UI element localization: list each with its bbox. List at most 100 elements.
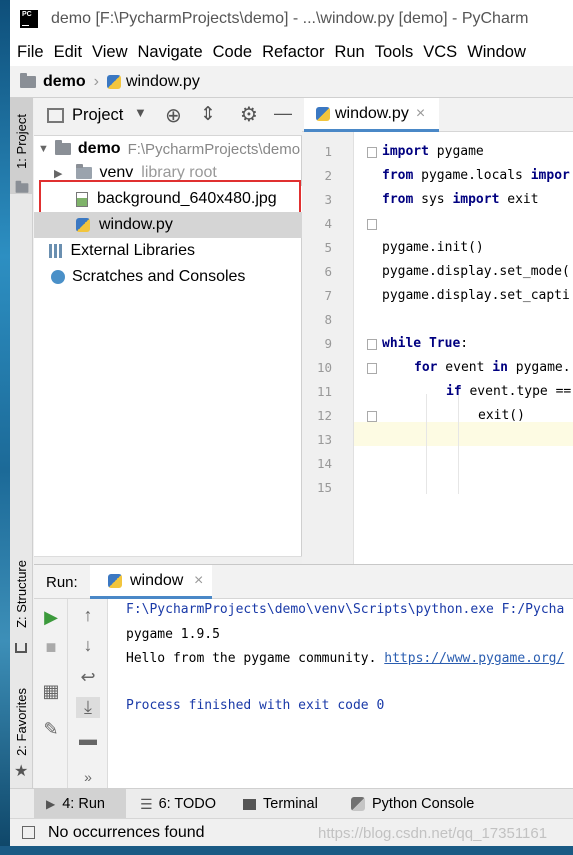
pygame-link[interactable]: https://www.pygame.org/ [384, 651, 564, 666]
star-icon: ★ [14, 763, 29, 780]
collapse-all-icon[interactable]: ⇕ [200, 103, 216, 126]
run-panel-header: Run: window × [34, 565, 573, 599]
project-view-selector[interactable]: Project [72, 106, 123, 125]
fold-marker-icon[interactable] [367, 147, 377, 158]
project-panel-header: Project ▼ ⊕ ⇕ ⚙ — [34, 98, 302, 136]
fold-marker-icon[interactable] [367, 363, 377, 374]
indent-guide [426, 394, 427, 494]
status-bar: No occurrences found https://blog.csdn.n… [10, 818, 573, 846]
scroll-up-icon[interactable]: ↑ [76, 605, 100, 626]
fold-marker-icon[interactable] [367, 411, 377, 422]
run-toolbar-primary: ▶ ■ ▦ ✎ [34, 599, 68, 789]
editor-panel: window.py × 1 2 3 4 5 6 7 8 9 10 11 12 1… [302, 98, 573, 564]
menu-tools[interactable]: Tools [375, 43, 414, 62]
code-line-3[interactable]: from sys import exit [382, 192, 539, 207]
close-tab-icon[interactable]: × [194, 572, 203, 590]
tree-external-libraries: External Libraries [70, 242, 195, 259]
fold-marker-icon[interactable] [367, 219, 377, 230]
bottom-tab-python-console[interactable]: Python Console [351, 789, 474, 819]
line-number: 2 [324, 168, 332, 183]
menu-run[interactable]: Run [334, 43, 364, 62]
bottom-tab-run[interactable]: ▶ 4: Run [34, 789, 126, 819]
line-number: 10 [316, 360, 332, 375]
menu-view[interactable]: View [92, 43, 127, 62]
tree-row-external-libraries[interactable]: ▶ External Libraries [34, 238, 302, 264]
code-line-2[interactable]: from pygame.locals impor [382, 168, 570, 183]
expanded-arrow-icon[interactable]: ▼ [38, 143, 49, 155]
collapsed-arrow-icon[interactable]: ▶ [54, 167, 62, 180]
fold-marker-icon[interactable] [367, 339, 377, 350]
breadcrumb-separator-icon: › [93, 72, 99, 90]
code-line-11[interactable]: if event.type == [446, 384, 571, 399]
bottom-tab-terminal[interactable]: Terminal [243, 789, 318, 819]
python-file-icon [316, 106, 330, 121]
python-file-icon [76, 218, 90, 232]
settings-gear-icon[interactable]: ⚙ [240, 102, 258, 127]
rerun-icon[interactable]: ▶ [39, 607, 63, 628]
tree-row-scratches[interactable]: Scratches and Consoles [34, 264, 302, 290]
left-tool-strip: 1: Project Z: Structure 2: Favorites ★ [10, 98, 33, 788]
code-line-9[interactable]: while True: [382, 336, 468, 351]
code-line-10[interactable]: for event in pygame. [414, 360, 571, 375]
breadcrumb-file[interactable]: window.py [126, 73, 200, 91]
status-message: No occurrences found [48, 824, 205, 841]
run-toolbar-secondary: ↑ ↓ ↩ ⤓ ▬ » [68, 599, 108, 789]
line-number: 15 [316, 480, 332, 495]
tree-row-window-py[interactable]: window.py [34, 212, 302, 238]
python-file-icon [108, 574, 122, 588]
line-number: 12 [316, 408, 332, 423]
desktop-background-left [0, 0, 10, 855]
print-icon[interactable]: ▬ [76, 729, 100, 750]
pin-icon[interactable]: ✎ [39, 719, 63, 740]
watermark: https://blog.csdn.net/qq_17351161 [318, 825, 548, 842]
bottom-tab-todo[interactable]: ☰ 6: TODO [140, 789, 216, 819]
folder-icon [54, 140, 71, 155]
output-finished: Process finished with exit code 0 [126, 698, 385, 713]
tree-row-root[interactable]: ▼ demo F:\PycharmProjects\demo [34, 136, 302, 162]
soft-wrap-icon[interactable]: ↩ [76, 667, 100, 688]
project-panel: Project ▼ ⊕ ⇕ ⚙ — ▼ demo F:\PycharmProje… [34, 98, 302, 564]
favorites-tool-tab[interactable]: 2: Favorites [14, 688, 29, 756]
title-bar: PC demo [F:\PycharmProjects\demo] - ...\… [10, 0, 573, 38]
breadcrumb-project[interactable]: demo [43, 73, 86, 91]
locate-file-icon[interactable]: ⊕ [165, 103, 182, 128]
toggle-tool-windows-icon[interactable] [22, 826, 35, 839]
code-line-1[interactable]: import pygame [382, 144, 484, 159]
menu-bar: File Edit View Navigate Code Refactor Ru… [10, 38, 573, 66]
editor-tab-window-py[interactable]: window.py × [304, 98, 439, 132]
code-line-7[interactable]: pygame.display.set_capti [382, 288, 570, 303]
hide-panel-icon[interactable]: — [274, 103, 292, 124]
code-line-6[interactable]: pygame.display.set_mode( [382, 264, 570, 279]
menu-vcs[interactable]: VCS [423, 43, 457, 62]
code-line-12[interactable]: exit() [478, 408, 525, 423]
scratches-icon [51, 270, 65, 284]
line-number: 3 [324, 192, 332, 207]
layout-icon[interactable]: ▦ [39, 681, 63, 702]
scroll-down-icon[interactable]: ↓ [76, 635, 100, 656]
line-number: 7 [324, 288, 332, 303]
python-file-icon [107, 74, 121, 89]
code-line-5[interactable]: pygame.init() [382, 240, 484, 255]
menu-file[interactable]: File [17, 43, 44, 62]
menu-code[interactable]: Code [213, 43, 252, 62]
horizontal-scrollbar[interactable] [34, 556, 302, 564]
output-command: F:\PycharmProjects\demo\venv\Scripts\pyt… [126, 602, 565, 617]
menu-window[interactable]: Window [467, 43, 526, 62]
run-tab-window[interactable]: window × [90, 565, 212, 599]
tree-scratches: Scratches and Consoles [72, 268, 246, 285]
menu-navigate[interactable]: Navigate [138, 43, 203, 62]
menu-refactor[interactable]: Refactor [262, 43, 324, 62]
menu-edit[interactable]: Edit [54, 43, 82, 62]
structure-icon [15, 643, 27, 653]
structure-tool-tab[interactable]: Z: Structure [14, 560, 29, 628]
more-actions-icon[interactable]: » [76, 769, 100, 785]
close-tab-icon[interactable]: × [416, 105, 425, 123]
output-hello-line: Hello from the pygame community. https:/… [126, 651, 565, 666]
navigation-bar: demo › window.py [10, 66, 573, 98]
output-version: pygame 1.9.5 [126, 627, 220, 642]
project-tool-tab[interactable]: 1: Project [14, 114, 29, 169]
scroll-to-end-icon[interactable]: ⤓ [76, 697, 100, 718]
dropdown-arrow-icon[interactable]: ▼ [134, 105, 147, 120]
line-number: 4 [324, 216, 332, 231]
stop-icon[interactable]: ■ [39, 637, 63, 658]
